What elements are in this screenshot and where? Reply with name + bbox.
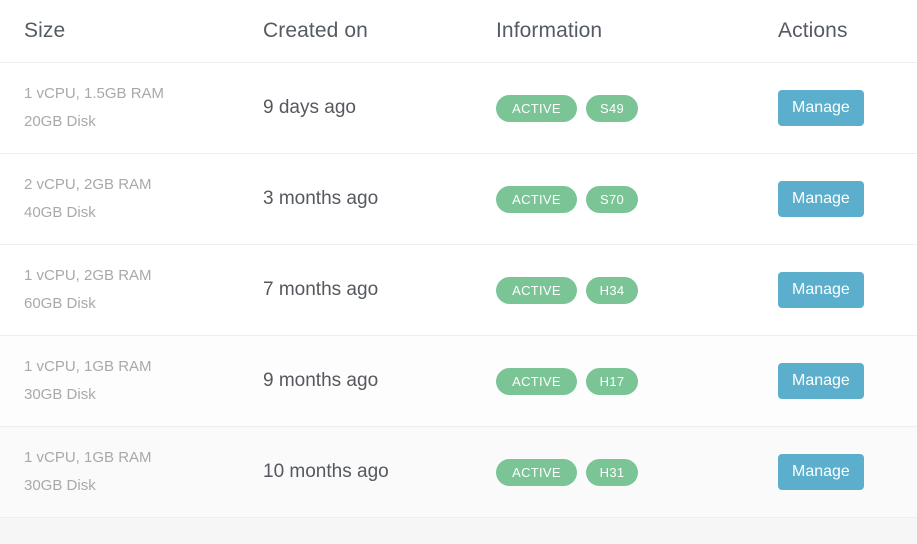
cell-size: 1 vCPU, 2GB RAM 60GB Disk <box>0 262 263 318</box>
status-badge: ACTIVE <box>496 185 577 213</box>
cell-created-on: 10 months ago <box>263 461 496 483</box>
column-header-size: Size <box>24 19 66 42</box>
size-specs: 1 vCPU, 1GB RAM <box>24 449 152 466</box>
column-header-actions: Actions <box>778 19 848 42</box>
cell-created-on: 9 months ago <box>263 370 496 392</box>
table-row[interactable]: 1 vCPU, 1.5GB RAM 20GB Disk 9 days ago A… <box>0 63 917 154</box>
manage-button[interactable]: Manage <box>778 90 864 126</box>
region-badge: H34 <box>586 276 638 304</box>
table-row[interactable]: 1 vCPU, 1GB RAM 30GB Disk 10 months ago … <box>0 427 917 518</box>
manage-button[interactable]: Manage <box>778 363 864 399</box>
cell-information: ACTIVE S49 <box>496 94 778 122</box>
badge-group: ACTIVE H34 <box>496 276 638 304</box>
droplets-table: Size Created on Information Actions 1 vC… <box>0 0 917 544</box>
table-header-row: Size Created on Information Actions <box>0 0 917 63</box>
created-on-text: 10 months ago <box>263 461 389 482</box>
badge-group: ACTIVE S49 <box>496 94 638 122</box>
region-badge: S49 <box>586 94 638 122</box>
manage-button[interactable]: Manage <box>778 181 864 217</box>
size-disk: 60GB Disk <box>24 295 96 312</box>
cell-information: ACTIVE H17 <box>496 367 778 395</box>
size-specs: 1 vCPU, 2GB RAM <box>24 267 152 284</box>
column-header-created-on: Created on <box>263 19 368 42</box>
created-on-text: 9 days ago <box>263 97 356 118</box>
created-on-text: 7 months ago <box>263 279 379 300</box>
cell-size: 2 vCPU, 2GB RAM 40GB Disk <box>0 171 263 227</box>
size-specs: 1 vCPU, 1GB RAM <box>24 358 152 375</box>
size-disk: 20GB Disk <box>24 113 96 130</box>
region-badge: H31 <box>586 458 638 486</box>
size-disk: 30GB Disk <box>24 386 96 403</box>
status-badge: ACTIVE <box>496 94 577 122</box>
manage-button[interactable]: Manage <box>778 454 864 490</box>
status-badge: ACTIVE <box>496 276 577 304</box>
table-body: 1 vCPU, 1.5GB RAM 20GB Disk 9 days ago A… <box>0 63 917 518</box>
cell-created-on: 9 days ago <box>263 97 496 119</box>
badge-group: ACTIVE H17 <box>496 367 638 395</box>
table-row[interactable]: 1 vCPU, 1GB RAM 30GB Disk 9 months ago A… <box>0 336 917 427</box>
cell-size: 1 vCPU, 1GB RAM 30GB Disk <box>0 444 263 500</box>
cell-actions: Manage <box>778 454 917 490</box>
column-header-information: Information <box>496 19 603 42</box>
badge-group: ACTIVE H31 <box>496 458 638 486</box>
cell-created-on: 7 months ago <box>263 279 496 301</box>
cell-information: ACTIVE H31 <box>496 458 778 486</box>
badge-group: ACTIVE S70 <box>496 185 638 213</box>
region-badge: H17 <box>586 367 638 395</box>
cell-actions: Manage <box>778 363 917 399</box>
created-on-text: 3 months ago <box>263 188 379 209</box>
cell-information: ACTIVE H34 <box>496 276 778 304</box>
size-disk: 30GB Disk <box>24 477 96 494</box>
status-badge: ACTIVE <box>496 367 577 395</box>
status-badge: ACTIVE <box>496 458 577 486</box>
cell-size: 1 vCPU, 1GB RAM 30GB Disk <box>0 353 263 409</box>
size-specs: 2 vCPU, 2GB RAM <box>24 176 152 193</box>
table-row[interactable]: 1 vCPU, 2GB RAM 60GB Disk 7 months ago A… <box>0 245 917 336</box>
table-footer-strip <box>0 518 917 544</box>
cell-information: ACTIVE S70 <box>496 185 778 213</box>
cell-created-on: 3 months ago <box>263 188 496 210</box>
cell-size: 1 vCPU, 1.5GB RAM 20GB Disk <box>0 80 263 136</box>
created-on-text: 9 months ago <box>263 370 379 391</box>
cell-actions: Manage <box>778 272 917 308</box>
region-badge: S70 <box>586 185 638 213</box>
size-disk: 40GB Disk <box>24 204 96 221</box>
table-row[interactable]: 2 vCPU, 2GB RAM 40GB Disk 3 months ago A… <box>0 154 917 245</box>
cell-actions: Manage <box>778 90 917 126</box>
manage-button[interactable]: Manage <box>778 272 864 308</box>
size-specs: 1 vCPU, 1.5GB RAM <box>24 85 165 102</box>
cell-actions: Manage <box>778 181 917 217</box>
